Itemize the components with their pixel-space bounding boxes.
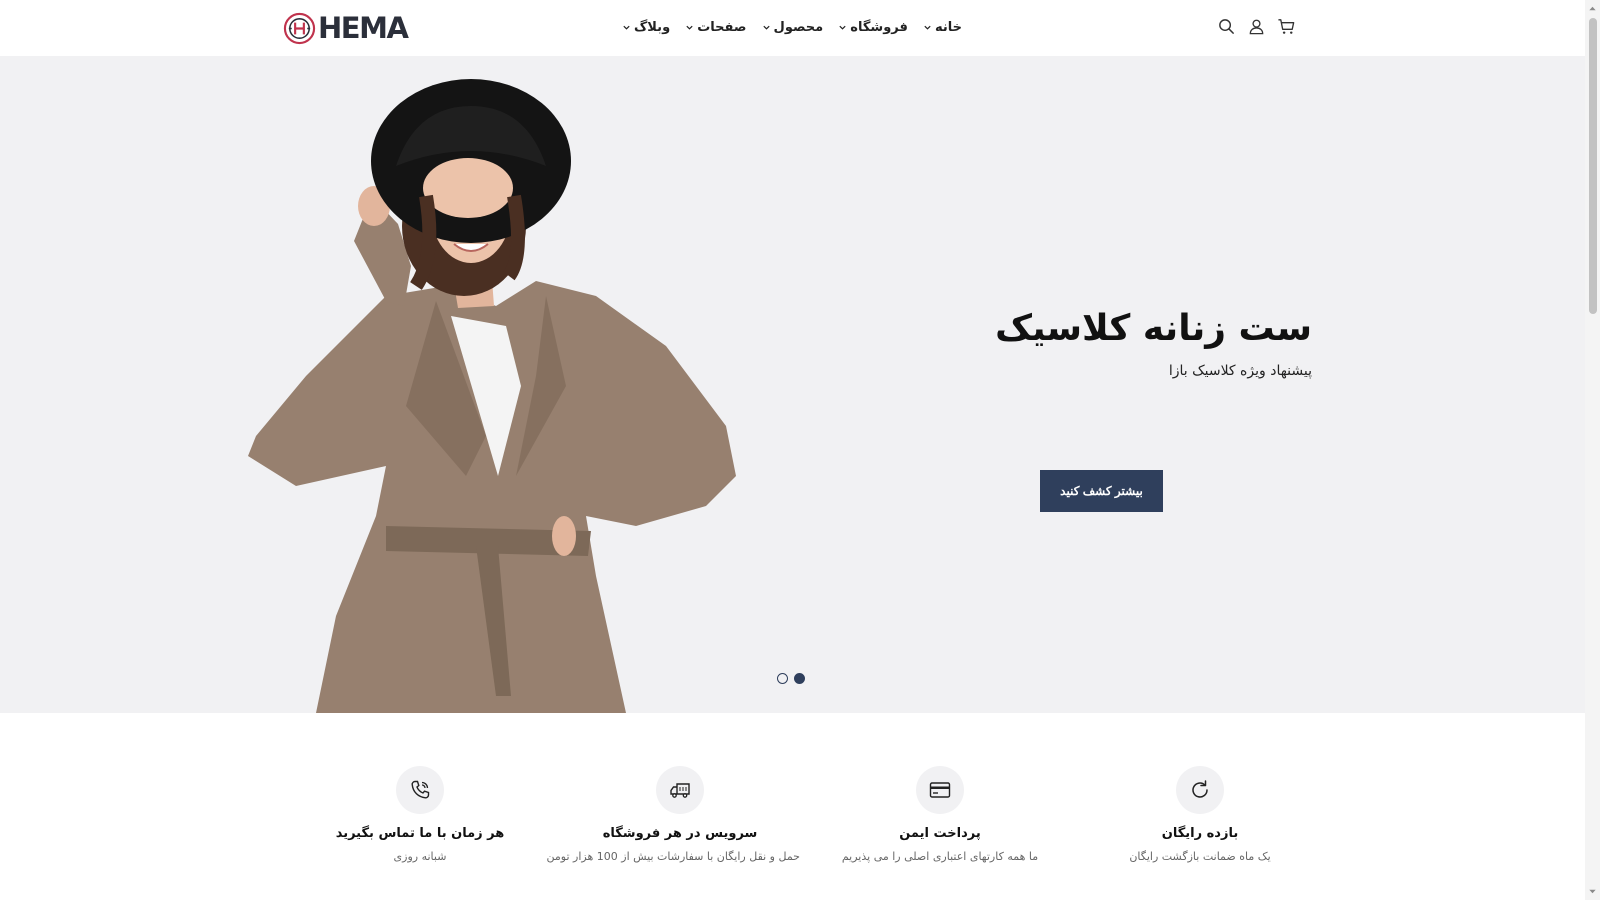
scroll-up-arrow-icon[interactable] bbox=[1588, 4, 1597, 13]
scrollbar-thumb[interactable] bbox=[1589, 18, 1597, 314]
search-icon[interactable] bbox=[1217, 17, 1236, 36]
hero-text: ست زنانه کلاسیک پیشنهاد ویژه کلاسیک بازا bbox=[995, 306, 1312, 379]
nav-item-pages[interactable]: صفحات bbox=[685, 16, 746, 38]
slider-dots bbox=[777, 673, 805, 684]
feature-item: هر زمان با ما تماس بگیرید شبانه روزی bbox=[300, 766, 540, 863]
feature-item: سرویس در هر فروشگاه حمل و نقل رایگان با … bbox=[546, 766, 800, 863]
hero-model-image bbox=[248, 79, 736, 713]
feature-desc: یک ماه ضمانت بازگشت رایگان bbox=[1129, 850, 1271, 863]
feature-desc: ما همه کارتهای اعتباری اصلی را می پذیریم bbox=[841, 850, 1039, 863]
brand-logo[interactable]: HEMA bbox=[283, 10, 409, 46]
feature-desc: شبانه روزی bbox=[393, 850, 447, 863]
delivery-truck-icon bbox=[670, 783, 690, 798]
feature-title: پرداخت ایمن bbox=[899, 826, 981, 841]
chevron-down-icon bbox=[762, 25, 770, 30]
feature-icon-circle bbox=[916, 766, 964, 814]
hero-subtitle: پیشنهاد ویژه کلاسیک بازا bbox=[1168, 362, 1312, 379]
header-actions bbox=[1217, 17, 1296, 36]
feature-item: پرداخت ایمن ما همه کارتهای اعتباری اصلی … bbox=[820, 766, 1060, 863]
feature-icon-circle bbox=[1176, 766, 1224, 814]
nav-item-product[interactable]: محصول bbox=[762, 16, 824, 38]
feature-desc: حمل و نقل رایگان با سفارشات بیش از 100 ه… bbox=[546, 850, 800, 863]
cart-icon[interactable] bbox=[1277, 17, 1296, 36]
chevron-down-icon bbox=[924, 25, 931, 30]
page-scrollbar[interactable] bbox=[1585, 0, 1600, 900]
scroll-down-arrow-icon[interactable] bbox=[1588, 887, 1597, 896]
feature-item: بازده رایگان یک ماه ضمانت بازگشت رایگان bbox=[1080, 766, 1320, 863]
nav-item-home[interactable]: خانه bbox=[923, 16, 962, 38]
refresh-icon bbox=[1192, 780, 1208, 798]
site-header: HEMA خانه فروشگاه محصول صفحات وبلاگ bbox=[0, 0, 1585, 56]
feature-icon-circle bbox=[656, 766, 704, 814]
main-nav: خانه فروشگاه محصول صفحات وبلاگ bbox=[622, 16, 962, 38]
nav-item-shop[interactable]: فروشگاه bbox=[838, 16, 908, 38]
hero-title: ست زنانه کلاسیک bbox=[995, 308, 1312, 349]
feature-title: بازده رایگان bbox=[1161, 826, 1239, 841]
phone-icon bbox=[411, 780, 430, 799]
nav-item-label: خانه bbox=[934, 19, 962, 35]
slider-dot-active[interactable] bbox=[794, 673, 805, 684]
features-row: هر زمان با ما تماس بگیرید شبانه روزی سرو… bbox=[300, 766, 1300, 876]
nav-item-blog[interactable]: وبلاگ bbox=[622, 16, 670, 38]
nav-item-label: وبلاگ bbox=[634, 19, 671, 35]
feature-icon-circle bbox=[396, 766, 444, 814]
chevron-down-icon bbox=[623, 25, 630, 30]
explore-more-button[interactable]: بیشتر کشف کنید bbox=[1040, 470, 1163, 512]
feature-title: سرویس در هر فروشگاه bbox=[602, 826, 758, 841]
chevron-down-icon bbox=[686, 25, 693, 30]
slider-dot[interactable] bbox=[777, 673, 788, 684]
nav-item-label: محصول bbox=[773, 19, 824, 35]
credit-card-icon bbox=[929, 782, 951, 798]
hero-slider: ست زنانه کلاسیک پیشنهاد ویژه کلاسیک بازا… bbox=[0, 56, 1585, 713]
logo-text: HEMA bbox=[318, 11, 409, 45]
feature-title: هر زمان با ما تماس بگیرید bbox=[335, 826, 505, 841]
user-icon[interactable] bbox=[1247, 17, 1266, 36]
nav-item-label: صفحات bbox=[697, 19, 747, 35]
nav-item-label: فروشگاه bbox=[850, 19, 908, 35]
logo-mark-icon bbox=[283, 12, 316, 44]
chevron-down-icon bbox=[839, 25, 846, 30]
